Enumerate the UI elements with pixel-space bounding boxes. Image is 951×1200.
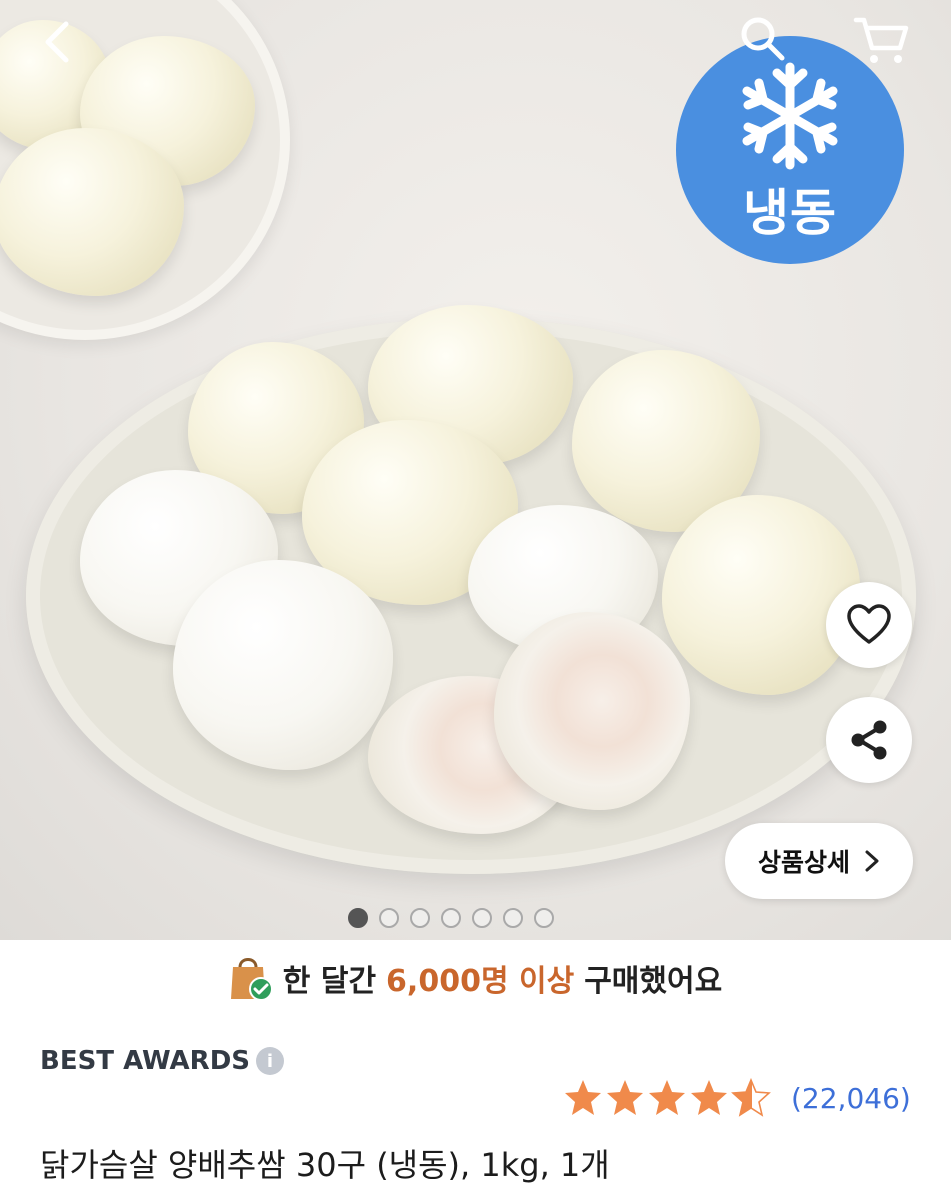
- back-arrow-icon: [45, 21, 69, 63]
- carousel-dot[interactable]: [348, 908, 368, 928]
- best-awards-label: BEST AWARDS: [40, 1046, 251, 1076]
- product-detail-button[interactable]: 상품상세: [725, 823, 913, 899]
- frozen-badge: 냉동: [676, 36, 904, 264]
- like-button[interactable]: [826, 582, 912, 668]
- rating-stars-icon: [565, 1078, 771, 1117]
- purchase-suffix: 구매했어요: [584, 964, 723, 999]
- share-button[interactable]: [826, 697, 912, 783]
- search-icon: [741, 17, 785, 61]
- best-awards: BEST AWARDS i: [40, 1046, 285, 1076]
- share-icon: [851, 720, 887, 760]
- dumpling-image: [0, 128, 184, 296]
- purchase-prefix: 한 달간: [282, 964, 377, 999]
- carousel-dot[interactable]: [503, 908, 523, 928]
- carousel-dot[interactable]: [441, 908, 461, 928]
- back-button[interactable]: [34, 18, 84, 68]
- carousel-dot[interactable]: [379, 908, 399, 928]
- carousel-indicator: [348, 908, 554, 928]
- shopping-bag-check-icon: [230, 958, 273, 1001]
- chevron-right-icon: [865, 850, 879, 872]
- review-count[interactable]: (22,046): [791, 1082, 911, 1115]
- cart-icon: [853, 17, 909, 63]
- product-title: 닭가슴살 양배추쌈 30구 (냉동), 1kg, 1개: [40, 1146, 610, 1184]
- carousel-dot[interactable]: [472, 908, 492, 928]
- dumpling-image: [173, 560, 393, 770]
- search-button[interactable]: [738, 14, 788, 64]
- purchase-highlight: 6,000명 이상: [386, 964, 575, 999]
- product-image[interactable]: 냉동 상품상세: [0, 0, 951, 940]
- info-icon[interactable]: i: [256, 1047, 285, 1075]
- dumpling-cut-image: [494, 612, 690, 810]
- purchase-count-banner: 한 달간 6,000명 이상 구매했어요: [0, 940, 951, 1016]
- product-detail-label: 상품상세: [757, 848, 850, 877]
- snowflake-icon: [742, 62, 838, 170]
- carousel-dot[interactable]: [410, 908, 430, 928]
- frozen-label: 냉동: [743, 184, 837, 242]
- cart-button[interactable]: [852, 14, 912, 66]
- heart-icon: [847, 604, 891, 644]
- rating[interactable]: (22,046): [563, 1078, 911, 1118]
- dumpling-image: [662, 495, 860, 695]
- carousel-dot[interactable]: [534, 908, 554, 928]
